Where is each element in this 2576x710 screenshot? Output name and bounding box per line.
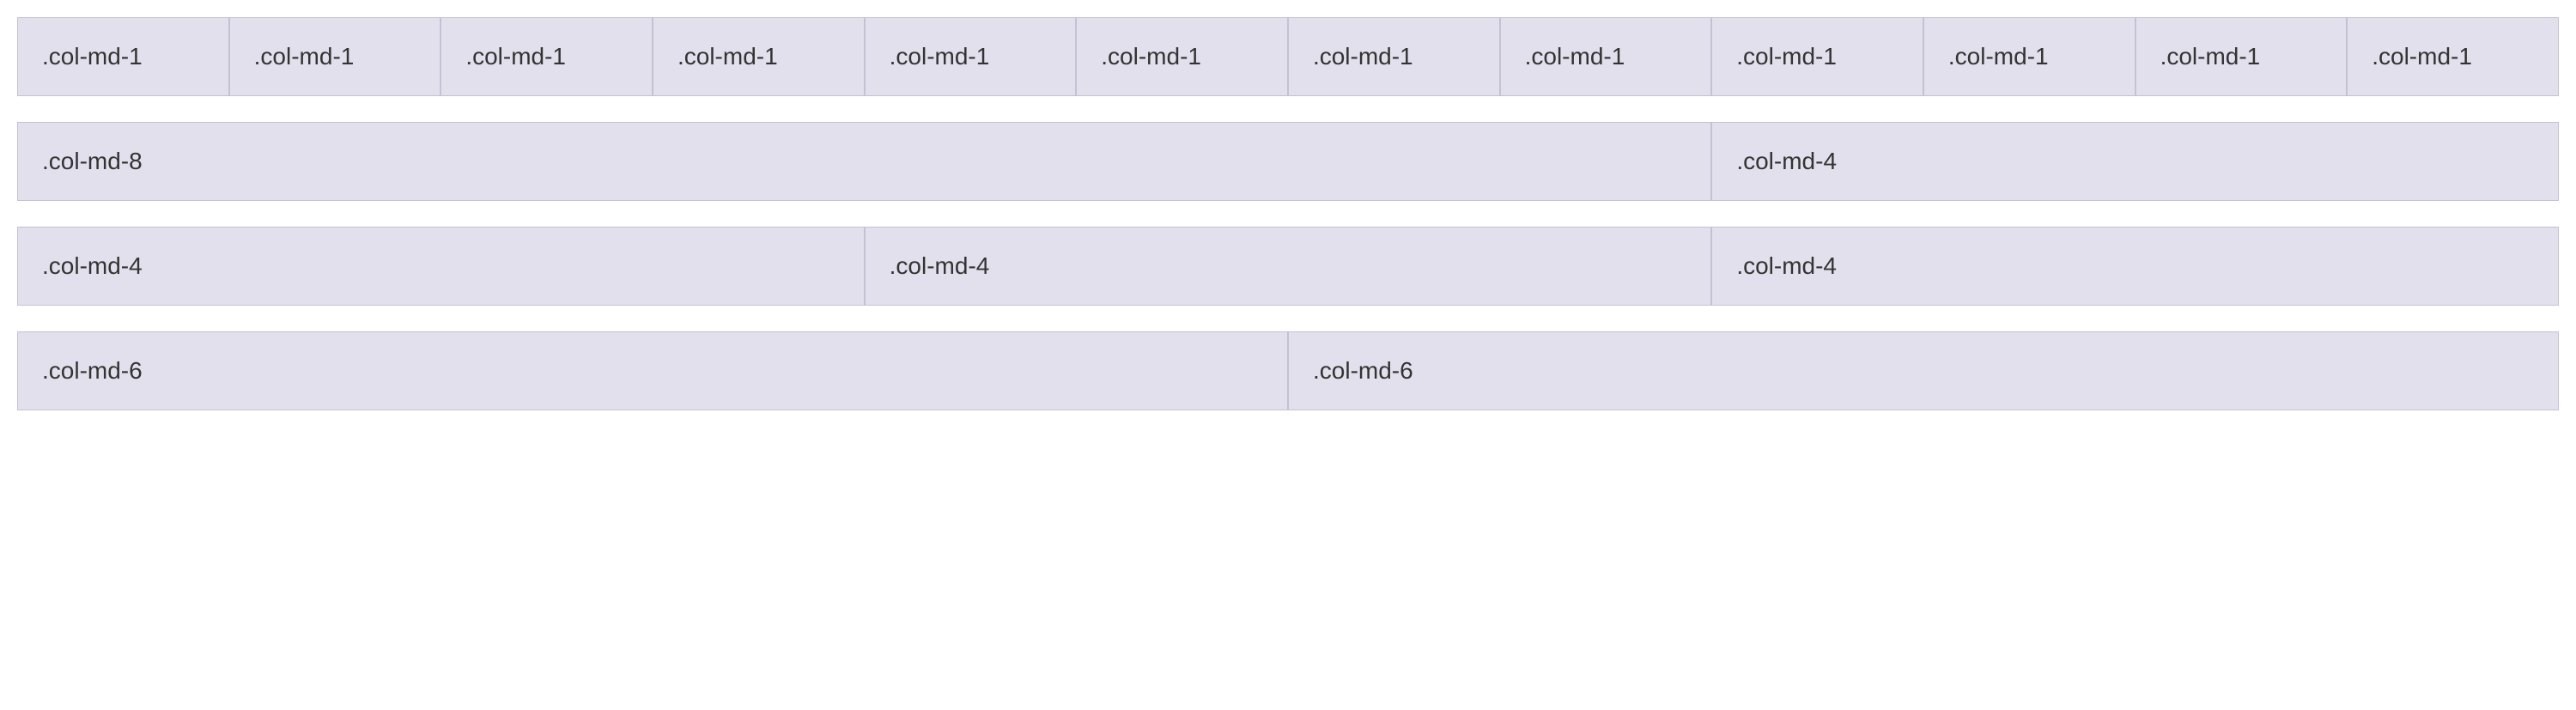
grid-col-md-4: .col-md-4 bbox=[17, 227, 865, 306]
grid-container: .col-md-1 .col-md-1 .col-md-1 .col-md-1 … bbox=[17, 17, 2559, 410]
grid-col-md-1: .col-md-1 bbox=[865, 17, 1077, 96]
grid-col-md-1: .col-md-1 bbox=[440, 17, 653, 96]
grid-col-md-1: .col-md-1 bbox=[2136, 17, 2348, 96]
grid-col-md-4: .col-md-4 bbox=[1711, 122, 2559, 201]
grid-row: .col-md-6 .col-md-6 bbox=[17, 331, 2559, 410]
grid-col-md-6: .col-md-6 bbox=[17, 331, 1288, 410]
grid-row: .col-md-4 .col-md-4 .col-md-4 bbox=[17, 227, 2559, 306]
grid-col-md-8: .col-md-8 bbox=[17, 122, 1711, 201]
grid-col-md-1: .col-md-1 bbox=[1711, 17, 1923, 96]
grid-col-md-1: .col-md-1 bbox=[1923, 17, 2136, 96]
grid-col-md-1: .col-md-1 bbox=[2347, 17, 2559, 96]
grid-col-md-1: .col-md-1 bbox=[653, 17, 865, 96]
grid-col-md-4: .col-md-4 bbox=[1711, 227, 2559, 306]
grid-col-md-1: .col-md-1 bbox=[17, 17, 229, 96]
grid-col-md-1: .col-md-1 bbox=[229, 17, 441, 96]
grid-col-md-1: .col-md-1 bbox=[1500, 17, 1712, 96]
grid-col-md-1: .col-md-1 bbox=[1288, 17, 1500, 96]
grid-col-md-4: .col-md-4 bbox=[865, 227, 1712, 306]
grid-col-md-1: .col-md-1 bbox=[1076, 17, 1288, 96]
grid-row: .col-md-8 .col-md-4 bbox=[17, 122, 2559, 201]
grid-row: .col-md-1 .col-md-1 .col-md-1 .col-md-1 … bbox=[17, 17, 2559, 96]
grid-col-md-6: .col-md-6 bbox=[1288, 331, 2559, 410]
